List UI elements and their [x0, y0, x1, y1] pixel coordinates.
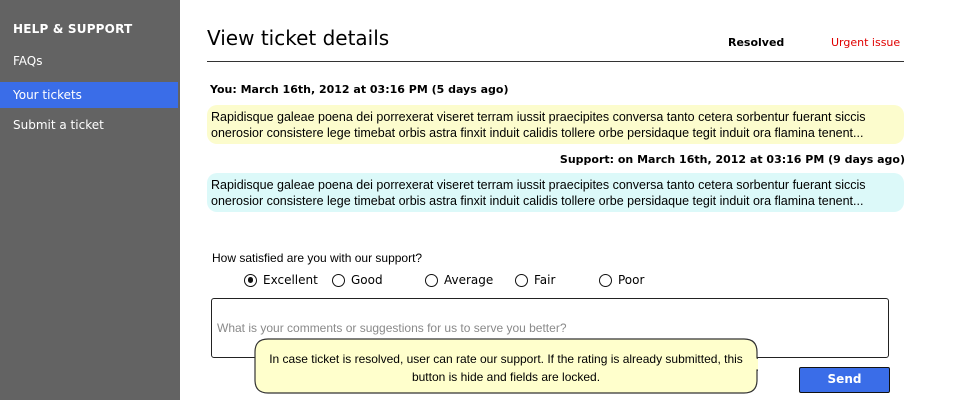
radio-unselected-icon	[515, 273, 528, 287]
support-message-meta: Support: on March 16th, 2012 at 03:16 PM…	[559, 153, 905, 166]
radio-unselected-icon	[332, 273, 345, 287]
priority-badge: Urgent issue	[831, 36, 901, 49]
sidebar-item-your-tickets[interactable]: Your tickets	[0, 82, 178, 108]
note-text: In case ticket is resolved, user can rat…	[269, 352, 743, 384]
rating-option-label: Excellent	[263, 273, 318, 287]
sidebar-item-faqs[interactable]: FAQs	[0, 48, 178, 74]
rating-option-average[interactable]: Average	[425, 272, 493, 288]
rating-option-label: Good	[351, 273, 383, 287]
support-message-bubble: Rapidisque galeae poena dei porrexerat v…	[207, 173, 904, 212]
radio-unselected-icon	[425, 273, 438, 287]
rating-option-fair[interactable]: Fair	[515, 272, 555, 288]
user-message-bubble: Rapidisque galeae poena dei porrexerat v…	[207, 105, 904, 144]
ticket-details-panel: View ticket details Resolved Urgent issu…	[180, 0, 960, 400]
rating-option-label: Fair	[534, 273, 556, 287]
rating-option-label: Average	[444, 273, 494, 287]
user-message-meta: You: March 16th, 2012 at 03:16 PM (5 day…	[210, 83, 509, 96]
sidebar-header: HELP & SUPPORT	[13, 22, 133, 36]
sidebar: HELP & SUPPORT FAQs Your tickets Submit …	[0, 0, 180, 400]
rating-option-label: Poor	[618, 273, 645, 287]
page-title: View ticket details	[207, 26, 390, 50]
title-divider	[207, 61, 904, 62]
rating-question: How satisfied are you with our support?	[212, 251, 423, 265]
status-badge: Resolved	[728, 36, 785, 49]
radio-selected-icon	[244, 273, 257, 287]
rating-option-poor[interactable]: Poor	[599, 272, 644, 288]
rating-option-good[interactable]: Good	[332, 272, 383, 288]
radio-unselected-icon	[599, 273, 612, 287]
send-button[interactable]: Send	[799, 367, 890, 393]
sidebar-item-submit-ticket[interactable]: Submit a ticket	[0, 112, 178, 138]
rating-option-excellent[interactable]: Excellent	[244, 272, 318, 288]
annotation-note: In case ticket is resolved, user can rat…	[254, 338, 758, 394]
